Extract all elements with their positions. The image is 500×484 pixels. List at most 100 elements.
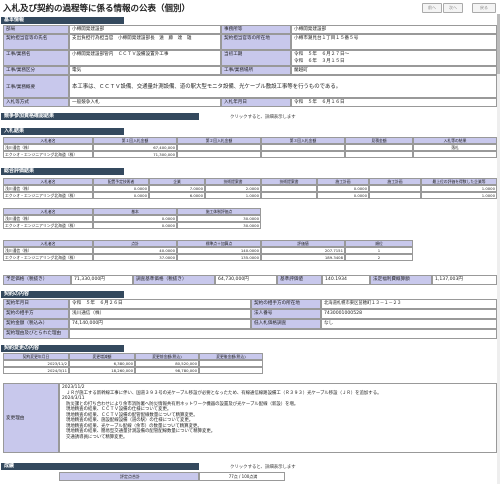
col-header: 変更増減額 (69, 353, 135, 360)
section-performance[interactable]: 成績 (1, 463, 199, 470)
label-contract-officer: 契約担当官等の氏名 (3, 34, 69, 50)
section-evaluation: 総合評価結果 (1, 168, 124, 175)
bidder-name: 浅川通信（株） (3, 185, 93, 192)
value-work-name: 小樽開発建設部管内 ＣＣＴＶ設備設置外工事 (69, 50, 221, 66)
col-header: 見積金額 (345, 137, 413, 144)
score-cell: 1.0000 (421, 192, 497, 199)
table-row: 浅川通信（株） 40.0000 140.0000 207.7151 1 (3, 247, 497, 254)
col-header: 技術提案書 (205, 178, 261, 185)
change-amount-after (199, 360, 263, 367)
table-row: エクシオ・エンジニアリング北海道（株） 37.0000 135.0000 189… (3, 254, 497, 261)
label-officer-address: 契約担当官等の所在地 (221, 34, 291, 50)
section-basic-info: 基本情報 (1, 17, 124, 24)
label-contract-reason: 契約理由及びとられた理由 (3, 329, 69, 339)
col-header: 入札者名 (3, 178, 93, 185)
evaluation-table-2: 入札者名 基本 施工体制評価点 浅川通信（株） 0.0000 30.0000 エ… (3, 208, 497, 229)
label-work-location: 工事/業務場所 (221, 66, 291, 75)
section-contract-change: 契約変更の内容 (1, 345, 124, 352)
bid-amount-2 (177, 151, 261, 158)
score-cell: 37.0000 (93, 254, 177, 261)
label-change-reason: 変更理由 (3, 383, 59, 453)
change-date: 2024/3/11 (3, 367, 69, 374)
table-header-row: 入札者名 第１回入札金額 第２回入札金額 第３回入札金額 見積金額 入札等の結果 (3, 137, 497, 144)
value-contract-amount: 74,140,000円 (69, 319, 251, 329)
label-total-score: 評定点合計 (59, 472, 199, 481)
value-total-score: 77点 / 100点満 (199, 472, 285, 481)
label-welfare-cost: 法定福利費概算額 (370, 275, 432, 285)
bidder-name: エクシオ・エンジニアリング北海道（株） (3, 222, 93, 229)
label-contract-date: 契約年月日 (3, 299, 69, 309)
score-cell: 6.0000 (149, 192, 205, 199)
score-cell (369, 185, 421, 192)
evaluation-table-1: 入札者名 配置予定技術者 企業 技術提案書 技術提案書 施工計画 施工計画 最上… (3, 178, 497, 199)
label-bid-method: 入札等方式 (3, 98, 69, 107)
section-contract: 契約の内容 (1, 291, 124, 298)
table-row: エクシオ・エンジニアリング北海道（株） 0.0000 30.0000 (3, 222, 497, 229)
change-table: 契約変更年月日 変更増減額 変更前金額(税込) 変更後金額(税込) 2023/1… (3, 353, 263, 374)
back-button[interactable]: 戻る (472, 3, 496, 13)
section-competition-result[interactable]: 競争参加資格確認結果 (1, 113, 199, 120)
col-header: 点計 (93, 240, 177, 247)
bidder-name: エクシオ・エンジニアリング北海道（株） (3, 192, 93, 199)
table-row: 浅川通信（株） 0.0000 7.0000 2.0000 0.0000 1.00… (3, 185, 497, 192)
bid-outcome (413, 151, 497, 158)
label-low-bid-survey: 低入札価格調査 (251, 319, 321, 329)
value-standard-eval: 140.1934 (322, 275, 370, 285)
label-planned-price: 予定価格（税抜き） (3, 275, 71, 285)
col-header: 施工計画 (317, 178, 369, 185)
change-delta: 18,260,000 (69, 367, 135, 374)
label-contract-amount: 契約金額（税込み） (3, 319, 69, 329)
table-row: 2024/3/11 18,260,000 98,780,000 (3, 367, 263, 374)
change-amount: 98,780,000 (135, 367, 199, 374)
col-header: 評価値 (261, 240, 345, 247)
value-survey-standard-price: 64,730,000円 (215, 275, 277, 285)
col-header: 技術提案書 (261, 178, 317, 185)
col-header: 契約変更年月日 (3, 353, 69, 360)
label-bid-date: 入札年月日 (221, 98, 291, 107)
col-header: 第１回入札金額 (93, 137, 177, 144)
label-work-outline: 工事/業務概要 (3, 75, 69, 98)
value-department: 小樽開発建設部 (69, 25, 221, 34)
score-cell: 0.0000 (93, 185, 149, 192)
next-button[interactable]: 次へ (443, 3, 463, 13)
label-work-name: 工事/業務名 (3, 50, 69, 66)
value-contract-officer: 支出負担行為担当官 小樽開発建設部長 遠 藤 達 雄 (69, 34, 221, 50)
value-office: 小樽開発建設部 (291, 25, 497, 34)
prev-button[interactable]: 前へ (422, 3, 442, 13)
estimate-amount (345, 144, 413, 151)
table-row: 浅川通信（株） 0.0000 30.0000 (3, 215, 497, 222)
col-header: 企業 (149, 178, 205, 185)
label-office: 事務所等 (221, 25, 291, 34)
col-header: 標準点＋加算点 (177, 240, 261, 247)
score-cell (369, 192, 421, 199)
table-row: エクシオ・エンジニアリング北海道（株） 71,300,000 (3, 151, 497, 158)
score-cell: 207.7151 (261, 247, 345, 254)
bidder-name: エクシオ・エンジニアリング北海道（株） (3, 151, 93, 158)
label-work-category: 工事/業務区分 (3, 66, 69, 75)
score-cell: 7.0000 (149, 185, 205, 192)
score-cell: 1.0000 (205, 192, 261, 199)
table-header-row: 入札者名 基本 施工体制評価点 (3, 208, 497, 215)
table-header-row: 入札者名 点計 標準点＋加算点 評価値 順位 (3, 240, 497, 247)
bidder-name: 浅川通信（株） (3, 247, 93, 254)
change-reason-line: 交通誘導員について精算変更。 (66, 434, 128, 440)
bid-amount-1: 71,300,000 (93, 151, 177, 158)
col-header: 変更後金額(税込) (199, 353, 263, 360)
value-bid-date: 令和 ５年 ６月１６日 (291, 98, 497, 107)
label-survey-standard-price: 調査基準価格（税抜き） (133, 275, 215, 285)
value-corporate-number: 7430001000528 (321, 309, 497, 319)
col-header: 入札者名 (3, 240, 93, 247)
label-contractor-address: 契約の相手方の所在地 (251, 299, 321, 309)
score-cell: 0.0000 (93, 222, 177, 229)
label-corporate-number: 法人番号 (251, 309, 321, 319)
value-initial-period: 令和 ５年 ６月２７日～ 令和 ６年 ３月１５日 (291, 50, 497, 66)
score-cell (261, 192, 317, 199)
bid-amount-3 (261, 144, 345, 151)
change-date: 2023/11/2 (3, 360, 69, 367)
col-header: 第３回入札金額 (261, 137, 345, 144)
value-officer-address: 小樽市潮見台１丁目１５番５号 (291, 34, 497, 50)
bid-amount-2 (177, 144, 261, 151)
table-row: エクシオ・エンジニアリング北海道（株） 0.0000 6.0000 1.0000… (3, 192, 497, 199)
col-header: 入札者名 (3, 137, 93, 144)
value-contractor-address: 北海道札幌市東区苗穂町１３－１－２３ (321, 299, 497, 309)
